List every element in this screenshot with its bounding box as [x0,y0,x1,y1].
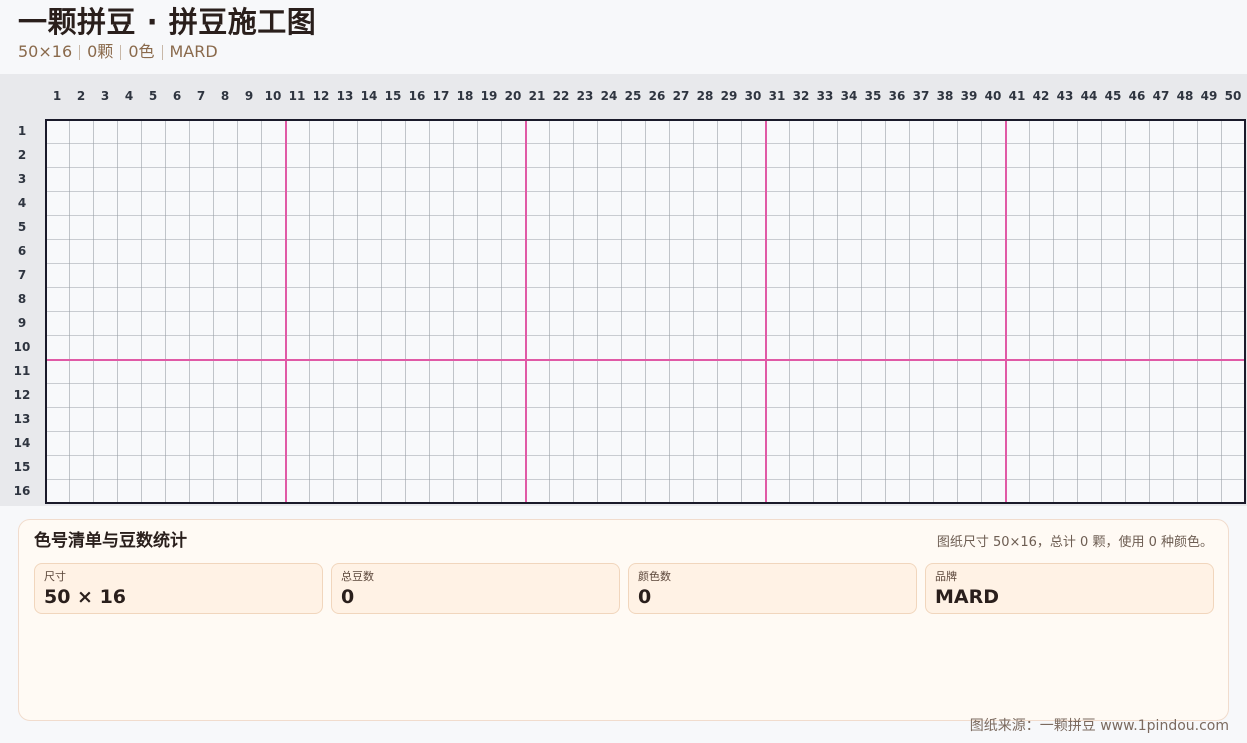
column-number: 40 [984,89,1002,103]
column-number: 24 [600,89,618,103]
column-number: 30 [744,89,762,103]
column-number: 25 [624,89,642,103]
column-number: 20 [504,89,522,103]
stat-card-total-beads: 总豆数 0 [331,563,620,614]
column-number: 6 [172,89,182,103]
stat-card-color-count: 颜色数 0 [628,563,917,614]
meta-divider [161,44,163,60]
row-number: 13 [13,412,31,426]
column-number: 27 [672,89,690,103]
source-credit: 图纸来源：一颗拼豆 www.1pindou.com [969,718,1229,734]
row-number: 11 [13,364,31,378]
row-number: 12 [13,388,31,402]
stat-label: 尺寸 [44,570,66,583]
column-number: 37 [912,89,930,103]
column-number: 44 [1080,89,1098,103]
column-number: 28 [696,89,714,103]
column-number: 39 [960,89,978,103]
stat-value: MARD [935,586,1000,608]
column-number: 31 [768,89,786,103]
meta-size: 50×16 [18,42,73,61]
column-number: 3 [100,89,110,103]
column-number: 46 [1128,89,1146,103]
stat-card-brand: 品牌 MARD [925,563,1214,614]
column-number: 32 [792,89,810,103]
column-number: 43 [1056,89,1074,103]
meta-brand: MARD [169,42,218,61]
column-number: 23 [576,89,594,103]
column-number: 35 [864,89,882,103]
column-number: 10 [264,89,282,103]
column-number: 9 [244,89,254,103]
panel-summary: 图纸尺寸 50×16，总计 0 颗，使用 0 种颜色。 [936,535,1213,550]
column-number: 1 [52,89,62,103]
stat-label: 颜色数 [638,570,671,583]
row-number: 6 [17,244,27,258]
stat-value: 0 [638,586,652,608]
column-number: 34 [840,89,858,103]
row-number: 4 [17,196,27,210]
column-number: 45 [1104,89,1122,103]
column-number: 4 [124,89,134,103]
meta-divider [79,44,81,60]
column-number: 18 [456,89,474,103]
column-number: 14 [360,89,378,103]
column-number: 49 [1200,89,1218,103]
row-number: 8 [17,292,27,306]
row-number: 15 [13,460,31,474]
row-number: 9 [17,316,27,330]
stat-value: 50 × 16 [44,586,127,608]
column-number: 17 [432,89,450,103]
bead-grid [45,119,1246,504]
row-number: 7 [17,268,27,282]
stats-row: 尺寸 50 × 16 总豆数 0 颜色数 0 品牌 MARD [34,563,1215,614]
color-list-panel: 色号清单与豆数统计 图纸尺寸 50×16，总计 0 颗，使用 0 种颜色。 尺寸… [18,519,1229,721]
meta-color-count: 0色 [128,42,155,61]
row-number: 10 [13,340,31,354]
row-number: 14 [13,436,31,450]
row-number: 16 [13,484,31,498]
column-number: 13 [336,89,354,103]
pattern-meta: 50×16 0颗 0色 MARD [18,42,218,62]
stat-label: 总豆数 [341,570,374,583]
column-number: 7 [196,89,206,103]
column-number: 16 [408,89,426,103]
column-number: 15 [384,89,402,103]
stat-card-size: 尺寸 50 × 16 [34,563,323,614]
column-number: 22 [552,89,570,103]
column-number: 42 [1032,89,1050,103]
panel-title: 色号清单与豆数统计 [34,531,187,551]
row-number: 2 [17,148,27,162]
column-number: 33 [816,89,834,103]
stat-label: 品牌 [935,570,957,583]
pattern-grid-area: 1 2 3 4 5 6 7 8 9 10 11 12 13 14 15 16 17 18 19 20 21 22 23 24 2… [0,74,1247,506]
bead-board[interactable] [45,119,1246,504]
column-number: 29 [720,89,738,103]
meta-divider [120,44,122,60]
column-number: 41 [1008,89,1026,103]
column-number: 50 [1224,89,1242,103]
row-number: 3 [17,172,27,186]
meta-bead-count: 0颗 [87,42,114,61]
column-number: 21 [528,89,546,103]
column-number: 48 [1176,89,1194,103]
column-number: 11 [288,89,306,103]
column-number: 47 [1152,89,1170,103]
column-number: 2 [76,89,86,103]
column-number: 19 [480,89,498,103]
row-number: 1 [17,124,27,138]
column-number: 5 [148,89,158,103]
column-number: 38 [936,89,954,103]
column-number: 26 [648,89,666,103]
column-number: 12 [312,89,330,103]
page-title: 一颗拼豆 · 拼豆施工图 [18,5,317,39]
column-number: 36 [888,89,906,103]
column-number: 8 [220,89,230,103]
stat-value: 0 [341,586,355,608]
row-number: 5 [17,220,27,234]
